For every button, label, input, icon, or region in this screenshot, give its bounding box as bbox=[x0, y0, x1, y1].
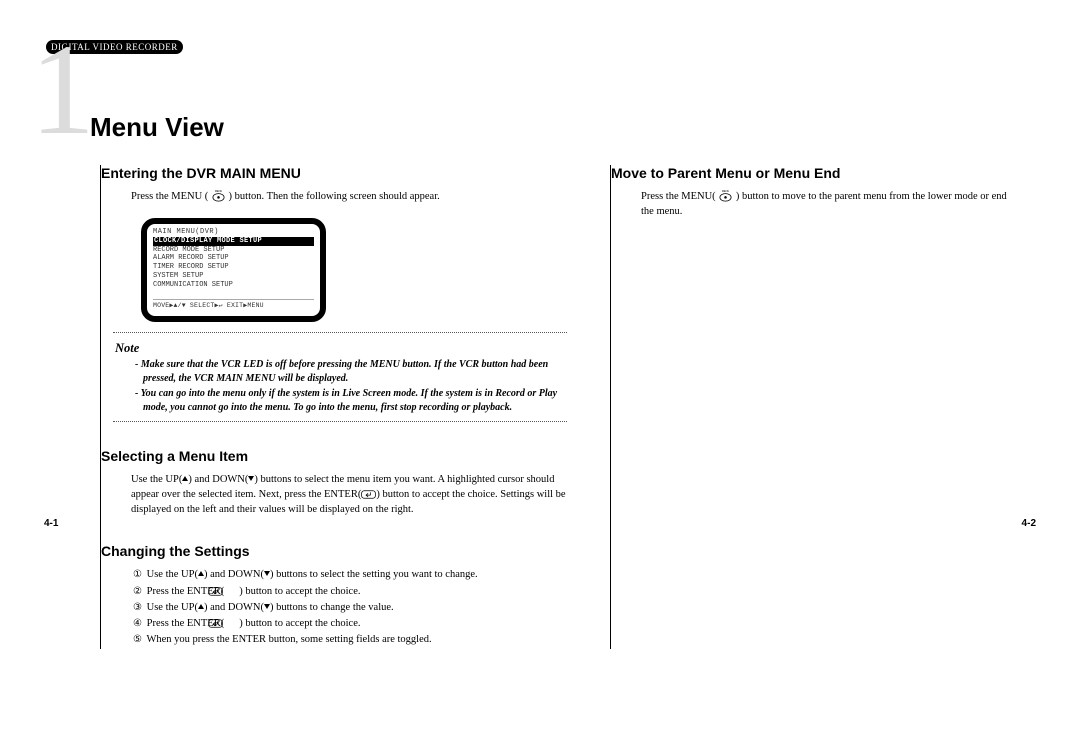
text-fragment: Use the UP( bbox=[147, 602, 198, 613]
dotted-separator bbox=[113, 332, 567, 333]
circled-number-icon: ③ bbox=[131, 600, 144, 616]
text-fragment: ) and DOWN( bbox=[188, 474, 248, 485]
list-item: ⑤ When you press the ENTER button, some … bbox=[131, 632, 575, 648]
page-number-right: 4-2 bbox=[1022, 518, 1036, 529]
section-title-selecting: Selecting a Menu Item bbox=[101, 448, 575, 464]
circled-number-icon: ④ bbox=[131, 616, 144, 632]
text-fragment: ) and DOWN( bbox=[204, 569, 264, 580]
monitor-highlighted-line: CLOCK/DISPLAY MODE SETUP bbox=[153, 237, 314, 246]
list-item: ② Press the ENTER() button to accept the… bbox=[131, 584, 575, 600]
menu-button-icon bbox=[718, 189, 733, 202]
section-body-selecting: Use the UP() and DOWN() buttons to selec… bbox=[121, 472, 575, 518]
section-title-enter-menu: Entering the DVR MAIN MENU bbox=[101, 165, 575, 181]
note-label: Note bbox=[115, 341, 575, 356]
section-selecting: Selecting a Menu Item Use the UP() and D… bbox=[121, 448, 575, 518]
column-right: Move to Parent Menu or Menu End Press th… bbox=[610, 165, 1020, 649]
chapter-title: Menu View bbox=[90, 112, 224, 143]
monitor-line: ALARM RECORD SETUP bbox=[153, 254, 314, 263]
column-left: Entering the DVR MAIN MENU Press the MEN… bbox=[100, 165, 575, 649]
list-item: ④ Press the ENTER() button to accept the… bbox=[131, 616, 575, 632]
enter-button-icon bbox=[224, 618, 239, 631]
text-fragment: ) and DOWN( bbox=[204, 602, 264, 613]
text-fragment: ) button to accept the choice. bbox=[239, 586, 360, 597]
monitor-line: SYSTEM SETUP bbox=[153, 272, 314, 281]
enter-button-icon bbox=[361, 489, 376, 502]
section-body-parent-menu: Press the MENU( ) button to move to the … bbox=[631, 189, 1020, 219]
circled-number-icon: ⑤ bbox=[131, 632, 144, 648]
text-fragment: ) buttons to select the setting you want… bbox=[270, 569, 478, 580]
circled-number-icon: ① bbox=[131, 567, 144, 583]
content-columns: Entering the DVR MAIN MENU Press the MEN… bbox=[40, 165, 1040, 649]
enter-button-icon bbox=[224, 586, 239, 599]
text-fragment: ) button to accept the choice. bbox=[239, 618, 360, 629]
page-number-left: 4-1 bbox=[44, 518, 58, 529]
note-item: - You can go into the menu only if the s… bbox=[135, 387, 575, 415]
monitor-line: COMMUNICATION SETUP bbox=[153, 281, 314, 290]
page-root: DIGITAL VIDEO RECORDER 1 Menu View Enter… bbox=[0, 0, 1080, 559]
monitor-line: TIMER RECORD SETUP bbox=[153, 263, 314, 272]
text-fragment: ) buttons to change the value. bbox=[270, 602, 394, 613]
monitor-illustration: MAIN MENU(DVR) CLOCK/DISPLAY MODE SETUP … bbox=[141, 218, 326, 321]
note-body: - Make sure that the VCR LED is off befo… bbox=[121, 358, 575, 415]
text-fragment: Use the UP( bbox=[147, 569, 198, 580]
text-fragment: Press the MENU( bbox=[641, 191, 716, 202]
section-title-changing: Changing the Settings bbox=[101, 543, 575, 559]
chapter-number: 1 bbox=[30, 25, 95, 155]
numbered-list: ① Use the UP( ) and DOWN( ) buttons to sel… bbox=[121, 567, 575, 648]
section-changing: Changing the Settings ① Use the UP() and… bbox=[121, 543, 575, 648]
text-fragment: When you press the ENTER button, some se… bbox=[146, 634, 431, 645]
monitor-title: MAIN MENU(DVR) bbox=[153, 228, 314, 237]
list-item: ③ Use the UP( ) and DOWN( ) buttons to cha… bbox=[131, 600, 575, 616]
monitor-footer: MOVE▶▲/▼ SELECT▶↵ EXIT▶MENU bbox=[153, 299, 314, 310]
dotted-separator bbox=[113, 421, 567, 422]
text-fragment: Use the UP( bbox=[131, 474, 182, 485]
list-item: ① Use the UP( ) and DOWN( ) buttons to sel… bbox=[131, 567, 575, 583]
note-item: - Make sure that the VCR LED is off befo… bbox=[135, 358, 575, 386]
text-fragment: ) button. Then the following screen shou… bbox=[229, 191, 440, 202]
section-title-parent-menu: Move to Parent Menu or Menu End bbox=[611, 165, 1020, 181]
circled-number-icon: ② bbox=[131, 584, 144, 600]
monitor-line: RECORD MODE SETUP bbox=[153, 246, 314, 255]
menu-button-icon bbox=[211, 189, 226, 202]
section-body-enter-menu: Press the MENU ( ) button. Then the foll… bbox=[121, 189, 575, 204]
text-fragment: Press the MENU ( bbox=[131, 191, 208, 202]
